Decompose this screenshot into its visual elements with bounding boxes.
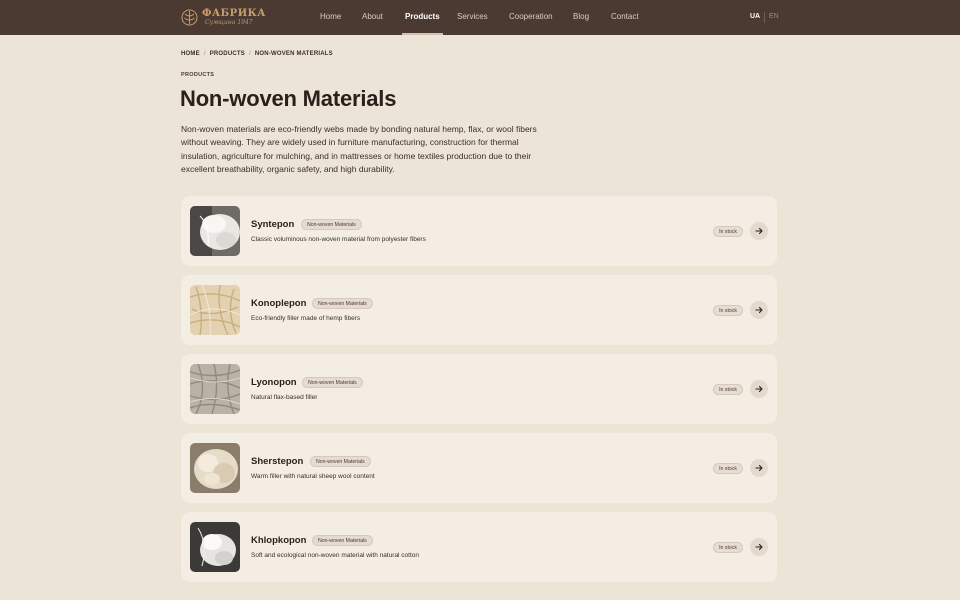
language-ua[interactable]: UA bbox=[750, 0, 760, 35]
logo-title: ФАБРИКА bbox=[202, 7, 266, 19]
arrow-right-icon[interactable] bbox=[750, 538, 768, 556]
category-badge: Non-woven Materials bbox=[301, 219, 362, 230]
product-name: Syntepon bbox=[251, 219, 295, 230]
nav-services[interactable]: Services bbox=[457, 0, 488, 35]
intro-paragraph: Non-woven materials are eco-friendly web… bbox=[181, 124, 537, 174]
stock-badge: In stock bbox=[713, 226, 743, 237]
stock-badge: In stock bbox=[713, 542, 743, 553]
nav-products[interactable]: Products bbox=[402, 0, 443, 35]
product-card-sherstepon[interactable]: Sherstepon Non-woven Materials Warm fill… bbox=[181, 433, 777, 503]
category-badge: Non-woven Materials bbox=[312, 535, 373, 546]
nav-about[interactable]: About bbox=[362, 0, 383, 35]
brand-logo[interactable]: ФАБРИКА Сумщина 1947 bbox=[181, 7, 265, 27]
nav-home[interactable]: Home bbox=[320, 0, 341, 35]
category-badge: Non-woven Materials bbox=[310, 456, 371, 467]
product-card-konoplepon[interactable]: Konoplepon Non-woven Materials Eco-frien… bbox=[181, 275, 777, 345]
breadcrumb-products[interactable]: PRODUCTS bbox=[210, 51, 245, 57]
product-name: Lyonopon bbox=[251, 377, 297, 388]
product-image-sherstepon bbox=[190, 443, 240, 493]
nav-cooperation[interactable]: Cooperation bbox=[509, 0, 553, 35]
language-divider bbox=[764, 12, 765, 23]
language-en[interactable]: EN bbox=[769, 0, 779, 35]
product-card-lyonopon[interactable]: Lyonopon Non-woven Materials Natural fla… bbox=[181, 354, 777, 424]
product-image-syntepon bbox=[190, 206, 240, 256]
product-card-syntepon[interactable]: Syntepon Non-woven Materials Classic vol… bbox=[181, 196, 777, 266]
stock-badge: In stock bbox=[713, 463, 743, 474]
product-image-lyonopon bbox=[190, 364, 240, 414]
page-title: Non-woven Materials bbox=[180, 86, 397, 111]
logo-subtitle: Сумщина 1947 bbox=[205, 18, 253, 26]
product-description: Natural flax-based filler bbox=[251, 394, 318, 401]
category-badge: Non-woven Materials bbox=[312, 298, 373, 309]
product-description: Classic voluminous non-woven material fr… bbox=[251, 236, 426, 243]
product-description: Soft and ecological non-woven material w… bbox=[251, 552, 420, 559]
product-name: Khlopkopon bbox=[251, 535, 307, 546]
nav-contact[interactable]: Contact bbox=[611, 0, 639, 35]
breadcrumb-separator: / bbox=[203, 50, 206, 57]
stock-badge: In stock bbox=[713, 305, 743, 316]
wheat-logo-icon bbox=[181, 9, 198, 26]
category-badge: Non-woven Materials bbox=[302, 377, 363, 388]
breadcrumb-separator: / bbox=[248, 50, 251, 57]
top-navbar: ФАБРИКА Сумщина 1947 Home About Products… bbox=[0, 0, 960, 35]
section-eyebrow: PRODUCTS bbox=[181, 72, 215, 78]
product-card-khlopkopon[interactable]: Khlopkopon Non-woven Materials Soft and … bbox=[181, 512, 777, 582]
product-name: Sherstepon bbox=[251, 456, 304, 467]
product-description: Eco-friendly filler made of hemp fibers bbox=[251, 315, 361, 322]
product-image-khlopkopon bbox=[190, 522, 240, 572]
nav-blog[interactable]: Blog bbox=[573, 0, 589, 35]
breadcrumb-home[interactable]: HOME bbox=[181, 51, 200, 57]
arrow-right-icon[interactable] bbox=[750, 301, 768, 319]
product-name: Konoplepon bbox=[251, 298, 307, 309]
arrow-right-icon[interactable] bbox=[750, 222, 768, 240]
breadcrumb: HOME / PRODUCTS / NON-WOVEN MATERIALS bbox=[181, 49, 333, 58]
product-image-konoplepon bbox=[190, 285, 240, 335]
product-description: Warm filler with natural sheep wool cont… bbox=[251, 473, 375, 480]
breadcrumb-current: NON-WOVEN MATERIALS bbox=[254, 50, 333, 57]
arrow-right-icon[interactable] bbox=[750, 380, 768, 398]
stock-badge: In stock bbox=[713, 384, 743, 395]
arrow-right-icon[interactable] bbox=[750, 459, 768, 477]
